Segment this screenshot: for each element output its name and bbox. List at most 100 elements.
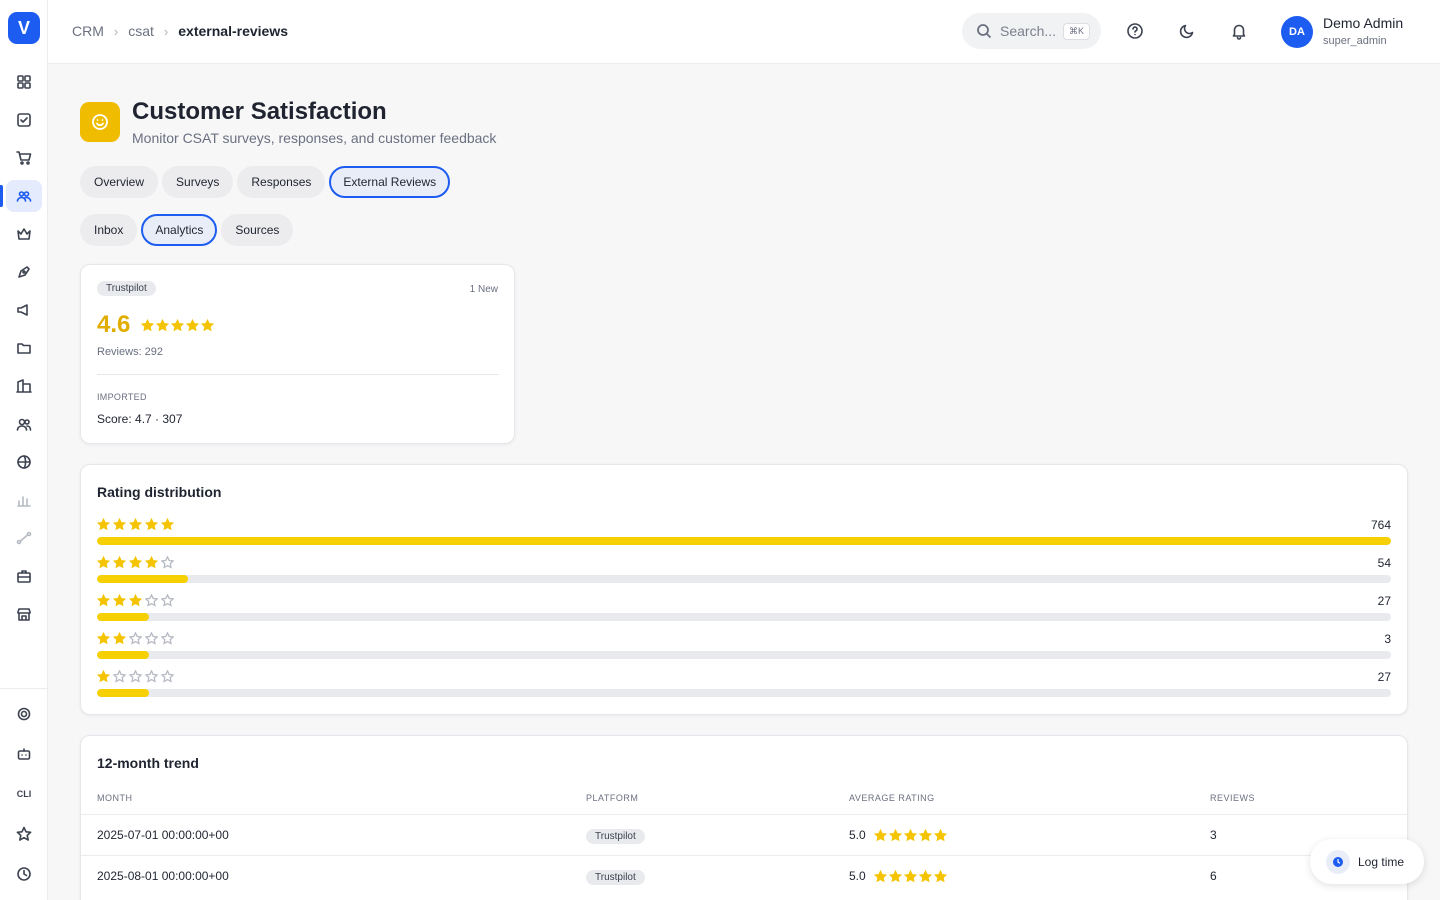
star-filled-icon [141,319,154,332]
distribution-bar-track [97,651,1391,659]
cell-month: 2025-08-01 00:00:00+00 [97,869,229,883]
distribution-bar-fill [97,651,149,659]
distribution-bar-fill [97,575,188,583]
cell-reviews: 6 [1210,869,1217,883]
team-icon[interactable] [6,408,42,440]
building-icon[interactable] [6,370,42,402]
star-filled-icon [97,632,110,645]
star-filled-icon [113,594,126,607]
star-filled-icon [156,319,169,332]
tasks-icon[interactable] [6,104,42,136]
star-empty-icon [145,670,158,683]
distribution-stars [97,556,174,569]
crown-icon[interactable] [6,218,42,250]
settings-icon[interactable] [6,698,42,730]
search-input[interactable]: Search... ⌘K [962,13,1101,49]
star-filled-icon [145,518,158,531]
help-icon[interactable] [1124,20,1146,42]
bell-icon[interactable] [1228,20,1250,42]
star-filled-icon [97,556,110,569]
log-time-label: Log time [1358,854,1405,869]
table-row[interactable]: 2025-08-01 00:00:00+00 Trustpilot 5.0 6 [81,855,1409,896]
column-header-month: MONTH [97,793,133,803]
briefcase-icon[interactable] [6,560,42,592]
star-filled-icon [113,632,126,645]
bot-icon[interactable] [6,738,42,770]
log-time-button[interactable]: Log time [1310,839,1424,884]
pen-icon[interactable] [6,256,42,288]
breadcrumb: CRM › csat › external-reviews [72,23,288,39]
breadcrumb-csat[interactable]: csat [128,23,154,39]
platform-stars [141,319,214,332]
column-header-reviews: REVIEWS [1210,793,1256,803]
distribution-count: 27 [1377,670,1391,684]
search-shortcut: ⌘K [1063,22,1091,40]
subtab-analytics[interactable]: Analytics [141,214,218,246]
user-name[interactable]: Demo Admin [1323,15,1403,31]
star-filled-icon [933,828,947,841]
star-icon[interactable] [6,818,42,850]
dashboard-icon[interactable] [6,66,42,98]
star-empty-icon [145,594,158,607]
star-filled-icon [97,670,110,683]
new-count: 1 New [469,284,498,295]
column-header-platform: PLATFORM [586,793,639,803]
subtab-sources[interactable]: Sources [221,214,294,246]
users-icon[interactable] [6,180,42,212]
cell-reviews: 3 [1210,828,1217,842]
chart-icon[interactable] [6,484,42,516]
star-filled-icon [918,828,932,841]
star-filled-icon [113,556,126,569]
globe-icon[interactable] [6,446,42,478]
distribution-stars [97,670,174,683]
folder-icon[interactable] [6,332,42,364]
star-filled-icon [113,518,126,531]
distribution-stars [97,632,174,645]
cli-label: CLI [16,789,32,799]
moon-icon[interactable] [1176,20,1198,42]
breadcrumb-crm[interactable]: CRM [72,23,104,39]
rating-distribution-card: Rating distribution 764 54 27 3 27 [80,464,1408,715]
distribution-bar-fill [97,613,149,621]
star-filled-icon [145,556,158,569]
clock-icon[interactable] [6,858,42,890]
tab-responses[interactable]: Responses [237,166,326,198]
imported-label: IMPORTED [97,392,147,402]
star-filled-icon [933,869,947,882]
star-filled-icon [888,869,902,882]
distribution-title: Rating distribution [97,484,222,500]
avatar[interactable]: DA [1281,16,1313,48]
user-role: super_admin [1323,35,1387,47]
cell-average-rating: 5.0 [849,828,947,842]
active-indicator [0,185,3,207]
platform-reviews: Reviews: 292 [97,346,164,358]
tab-external-reviews[interactable]: External Reviews [329,166,451,198]
route-icon[interactable] [6,522,42,554]
subtab-inbox[interactable]: Inbox [80,214,138,246]
smile-icon [80,102,120,142]
star-filled-icon [903,828,917,841]
page-title: Customer Satisfaction [132,98,387,125]
chevron-right-icon: › [113,23,119,39]
tab-surveys[interactable]: Surveys [162,166,234,198]
distribution-bar-fill [97,689,149,697]
star-empty-icon [129,632,142,645]
app-logo[interactable]: V [8,12,40,44]
star-empty-icon [145,632,158,645]
sidebar-divider [0,688,48,689]
store-icon[interactable] [6,598,42,630]
star-empty-icon [113,670,126,683]
cell-platform-badge: Trustpilot [586,829,645,844]
breadcrumb-current: external-reviews [178,23,288,39]
cart-icon[interactable] [6,142,42,174]
cli-icon[interactable]: CLI [6,778,42,810]
tab-overview[interactable]: Overview [80,166,159,198]
platform-score: 4.6 [97,311,131,338]
rating-value: 5.0 [849,869,866,883]
star-filled-icon [903,869,917,882]
card-divider [97,374,499,375]
table-row[interactable]: 2025-07-01 00:00:00+00 Trustpilot 5.0 3 [81,814,1409,855]
distribution-count: 764 [1370,518,1391,532]
cell-platform-badge: Trustpilot [586,870,645,885]
megaphone-icon[interactable] [6,294,42,326]
